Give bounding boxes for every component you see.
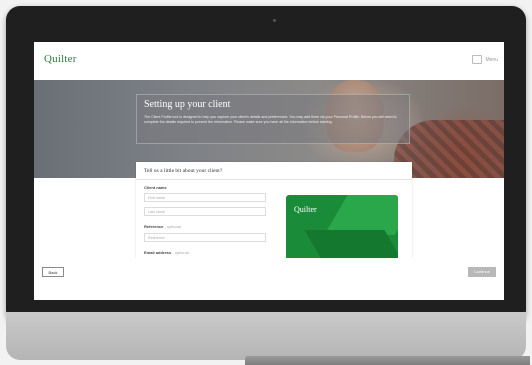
email-label-text: Email address: [144, 250, 172, 255]
help-label: Menu: [485, 56, 498, 63]
card-logo: Quilter: [294, 205, 317, 214]
monitor-chin: [6, 312, 526, 360]
email-label: Email address - optional: [144, 250, 189, 255]
menu-icon: [472, 55, 483, 64]
reference-label-text: Reference: [144, 224, 164, 229]
back-button[interactable]: Back: [42, 267, 64, 277]
page-title: Setting up your client: [144, 99, 231, 110]
help-menu[interactable]: Menu: [472, 55, 498, 64]
last-name-input[interactable]: Last name: [144, 207, 266, 216]
quilter-card-image: Quilter: [286, 195, 398, 263]
divider: [136, 179, 412, 180]
quilter-logo[interactable]: Quilter: [44, 53, 77, 65]
first-name-input[interactable]: First name: [144, 193, 266, 202]
webcam: [273, 19, 276, 22]
continue-button[interactable]: Continue: [468, 267, 496, 277]
reference-optional: - optional: [164, 224, 181, 229]
card-pattern-1: [324, 195, 398, 235]
monitor-stand: [245, 356, 530, 365]
reference-label: Reference - optional: [144, 224, 181, 229]
top-bar: Quilter Menu: [34, 42, 504, 80]
screen: Quilter Menu Setting up your client The …: [34, 42, 504, 300]
client-name-label: Client name: [144, 185, 167, 190]
footer-bar: Back Continue: [34, 258, 504, 300]
reference-input[interactable]: Reference: [144, 233, 266, 242]
form-title: Tell us a little bit about your client?: [144, 168, 223, 174]
hero-description: The Client Profile tool is designed to h…: [144, 115, 397, 124]
email-optional: - optional: [172, 250, 189, 255]
